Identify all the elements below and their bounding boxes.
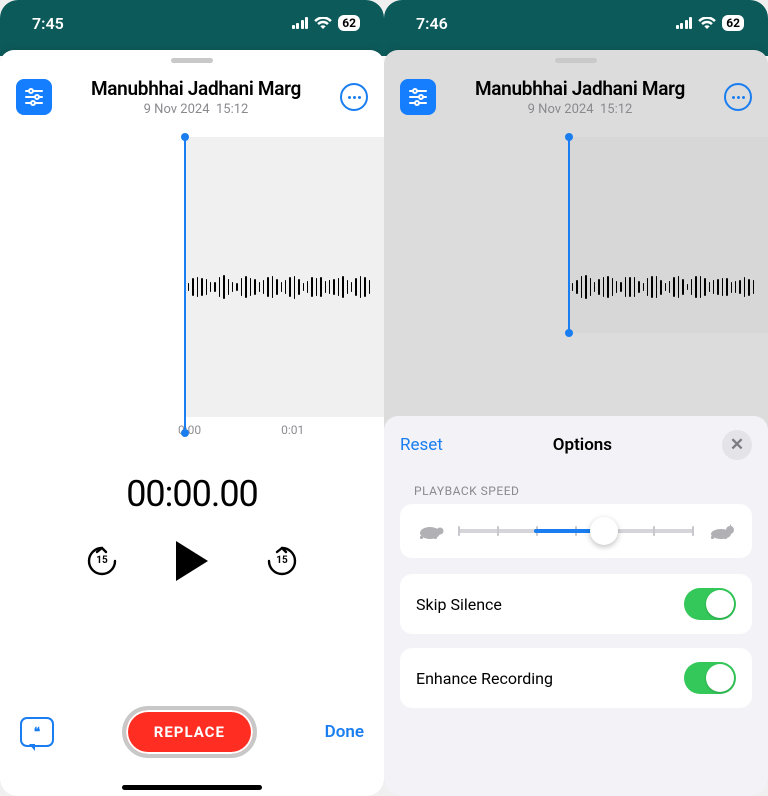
replace-button[interactable]: REPLACE [122, 706, 257, 758]
skip-silence-row: Skip Silence [400, 574, 752, 634]
cellular-signal-icon [292, 17, 309, 29]
playback-speed-slider[interactable] [458, 529, 694, 533]
slider-thumb[interactable] [590, 517, 618, 545]
status-bar: 7:46 62 [384, 0, 768, 46]
playback-speed-label: PLAYBACK SPEED [400, 484, 752, 498]
cellular-signal-icon [676, 17, 693, 29]
enhance-recording-toggle[interactable] [684, 662, 736, 694]
waveform-area[interactable]: 0:000:01 [0, 137, 384, 437]
status-time: 7:45 [32, 14, 64, 33]
skip-back-15-button[interactable]: 15 [84, 543, 120, 579]
home-indicator[interactable] [122, 785, 262, 790]
wifi-icon [314, 17, 332, 30]
settings-sliders-button[interactable] [400, 79, 436, 115]
enhance-recording-row: Enhance Recording [400, 648, 752, 708]
time-ruler: 0:000:01 [0, 423, 384, 437]
more-options-button[interactable] [340, 83, 368, 111]
battery-indicator: 62 [338, 15, 360, 31]
playhead-indicator[interactable] [184, 137, 186, 433]
waveform-icon [572, 283, 754, 291]
status-bar: 7:45 62 [0, 0, 384, 46]
reset-button[interactable]: Reset [400, 435, 443, 455]
editor-sheet-dimmed: Manubhhai Jadhani Marg 9 Nov 2024 15:12 … [384, 50, 768, 796]
editor-sheet: Manubhhai Jadhani Marg 9 Nov 2024 15:12 … [0, 50, 384, 796]
skip-silence-label: Skip Silence [416, 595, 502, 614]
close-icon: ✕ [730, 435, 744, 455]
screen-voice-memo-options: 7:46 62 Manubhhai Jadhani Marg 9 No [384, 0, 768, 796]
waveform-icon [188, 283, 370, 291]
playback-speed-control [400, 504, 752, 558]
waveform-area [384, 137, 768, 337]
play-button[interactable] [172, 539, 212, 583]
skip-silence-toggle[interactable] [684, 588, 736, 620]
wifi-icon [698, 17, 716, 30]
settings-sliders-button[interactable] [16, 79, 52, 115]
screen-voice-memo-editor: 7:45 62 Manubhhai Jadhani Marg 9 N [0, 0, 384, 796]
transcript-button[interactable]: ❝ [20, 717, 54, 747]
options-panel: Reset Options ✕ PLAYBACK SPEED [384, 416, 768, 796]
skip-back-amount: 15 [84, 555, 120, 566]
turtle-icon [416, 522, 444, 540]
recording-meta: 9 Nov 2024 15:12 [446, 102, 714, 117]
playhead-indicator [568, 137, 570, 333]
recording-meta: 9 Nov 2024 15:12 [62, 102, 330, 117]
status-time: 7:46 [416, 14, 448, 33]
skip-fwd-amount: 15 [264, 555, 300, 566]
ellipsis-icon [348, 96, 361, 99]
options-title: Options [553, 435, 612, 455]
recording-title: Manubhhai Jadhani Marg [446, 77, 714, 100]
recording-title[interactable]: Manubhhai Jadhani Marg [62, 77, 330, 100]
more-options-button[interactable] [724, 83, 752, 111]
skip-forward-15-button[interactable]: 15 [264, 543, 300, 579]
close-button[interactable]: ✕ [722, 430, 752, 460]
enhance-recording-label: Enhance Recording [416, 669, 553, 688]
ellipsis-icon [732, 96, 745, 99]
done-button[interactable]: Done [325, 722, 364, 742]
quote-icon: ❝ [34, 726, 40, 738]
rabbit-icon [708, 522, 736, 540]
battery-indicator: 62 [722, 15, 744, 31]
current-time-display: 00:00.00 [0, 473, 384, 515]
